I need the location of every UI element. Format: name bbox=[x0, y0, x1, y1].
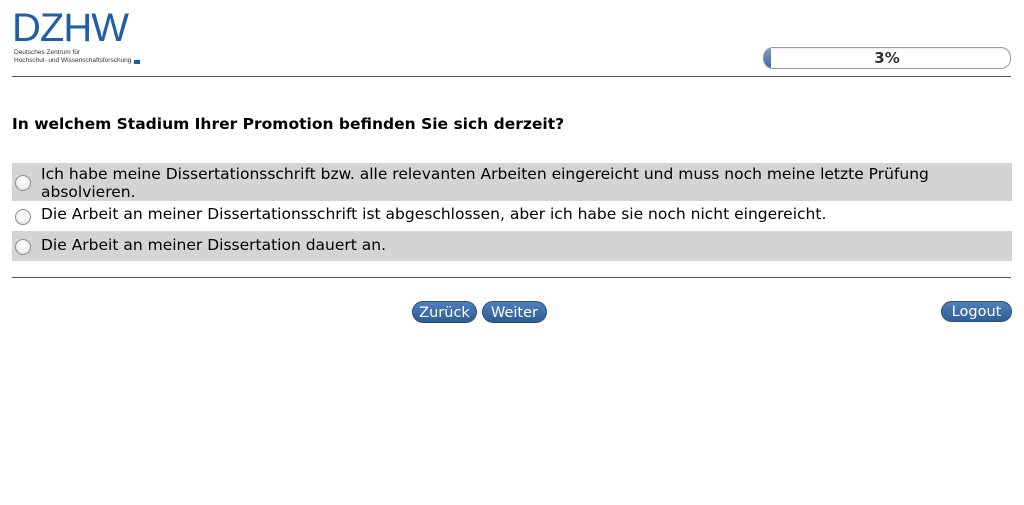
radio-button-3[interactable] bbox=[15, 239, 31, 255]
logo-subtitle-line2: Hochschul- und Wissenschaftsforschung bbox=[14, 57, 132, 64]
question-text: In welchem Stadium Ihrer Promotion befin… bbox=[12, 115, 565, 133]
answer-option-1[interactable]: Ich habe meine Dissertationsschrift bzw.… bbox=[12, 163, 1012, 201]
logo-subtitle: Deutsches Zentrum für Hochschul- und Wis… bbox=[14, 49, 131, 65]
logout-button[interactable]: Logout bbox=[941, 301, 1012, 322]
logo-mark bbox=[134, 60, 140, 64]
answer-option-3-label[interactable]: Die Arbeit an meiner Dissertation dauert… bbox=[41, 236, 386, 254]
header-divider bbox=[12, 76, 1011, 77]
radio-button-2[interactable] bbox=[15, 209, 31, 225]
progress-bar: 3% bbox=[763, 47, 1011, 69]
answer-option-2-label[interactable]: Die Arbeit an meiner Dissertationsschrif… bbox=[41, 205, 826, 223]
radio-button-1[interactable] bbox=[15, 175, 31, 191]
footer-divider bbox=[12, 277, 1011, 278]
progress-label: 3% bbox=[874, 49, 900, 67]
answer-option-3[interactable]: Die Arbeit an meiner Dissertation dauert… bbox=[12, 231, 1012, 261]
answer-options: Ich habe meine Dissertationsschrift bzw.… bbox=[12, 163, 1012, 261]
answer-option-2[interactable]: Die Arbeit an meiner Dissertationsschrif… bbox=[12, 201, 1012, 231]
next-button[interactable]: Weiter bbox=[482, 301, 547, 323]
dzhw-logo: DZHW Deutsches Zentrum für Hochschul- un… bbox=[12, 8, 152, 68]
logo-wordmark: DZHW bbox=[12, 6, 129, 50]
back-button[interactable]: Zurück bbox=[412, 301, 477, 323]
answer-option-1-label[interactable]: Ich habe meine Dissertationsschrift bzw.… bbox=[41, 165, 929, 201]
logo-subtitle-line1: Deutsches Zentrum für bbox=[14, 49, 81, 56]
